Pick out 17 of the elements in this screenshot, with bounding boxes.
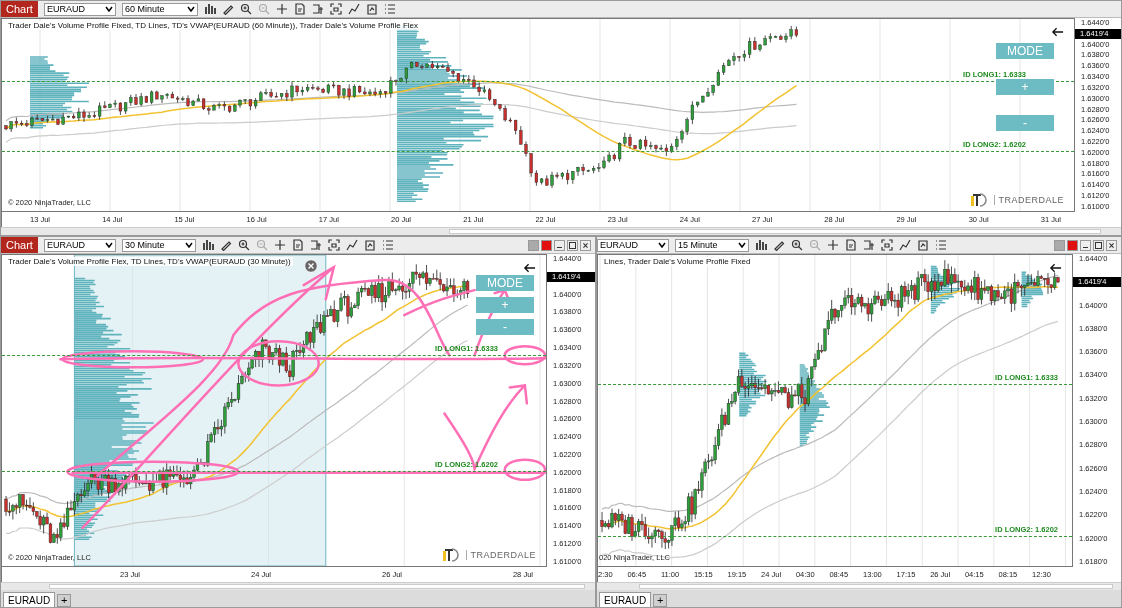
add-tab-button[interactable]: + [653, 594, 668, 607]
instrument-dropdown[interactable]: EURAUD [43, 2, 116, 16]
chart-label: Chart [1, 1, 38, 17]
indicator-title: Lines, Trader Dale's Volume Profile Fixed [602, 257, 753, 266]
interval-dropdown[interactable]: 60 Minute [121, 2, 198, 16]
chart-label: Chart [1, 237, 38, 253]
logo-text: TRADERDALE [466, 550, 536, 560]
interval-dropdown[interactable]: 30 Minute [121, 238, 196, 252]
interval-dropdown[interactable]: 15 Minute [675, 238, 749, 252]
add-tab-button[interactable]: + [57, 594, 72, 607]
instrument-dropdown[interactable]: EURAUD [43, 238, 116, 252]
instrument-dropdown[interactable]: EURAUD [597, 238, 669, 252]
instrument-tab[interactable]: EURAUD [599, 592, 652, 607]
instrument-tab[interactable]: EURAUD [3, 592, 56, 607]
logo-text: TRADERDALE [994, 195, 1064, 205]
indicator-title: Trader Dale's Volume Profile Flex, TD Lines, TD's VWAP(EURAUD (30 Minute)) [6, 257, 293, 266]
indicator-title: Trader Dale's Volume Profile Fixed, TD Lines, TD's VWAP(EURAUD (60 Minute)), Trader Dale's Volume Profile Flex [6, 21, 421, 30]
